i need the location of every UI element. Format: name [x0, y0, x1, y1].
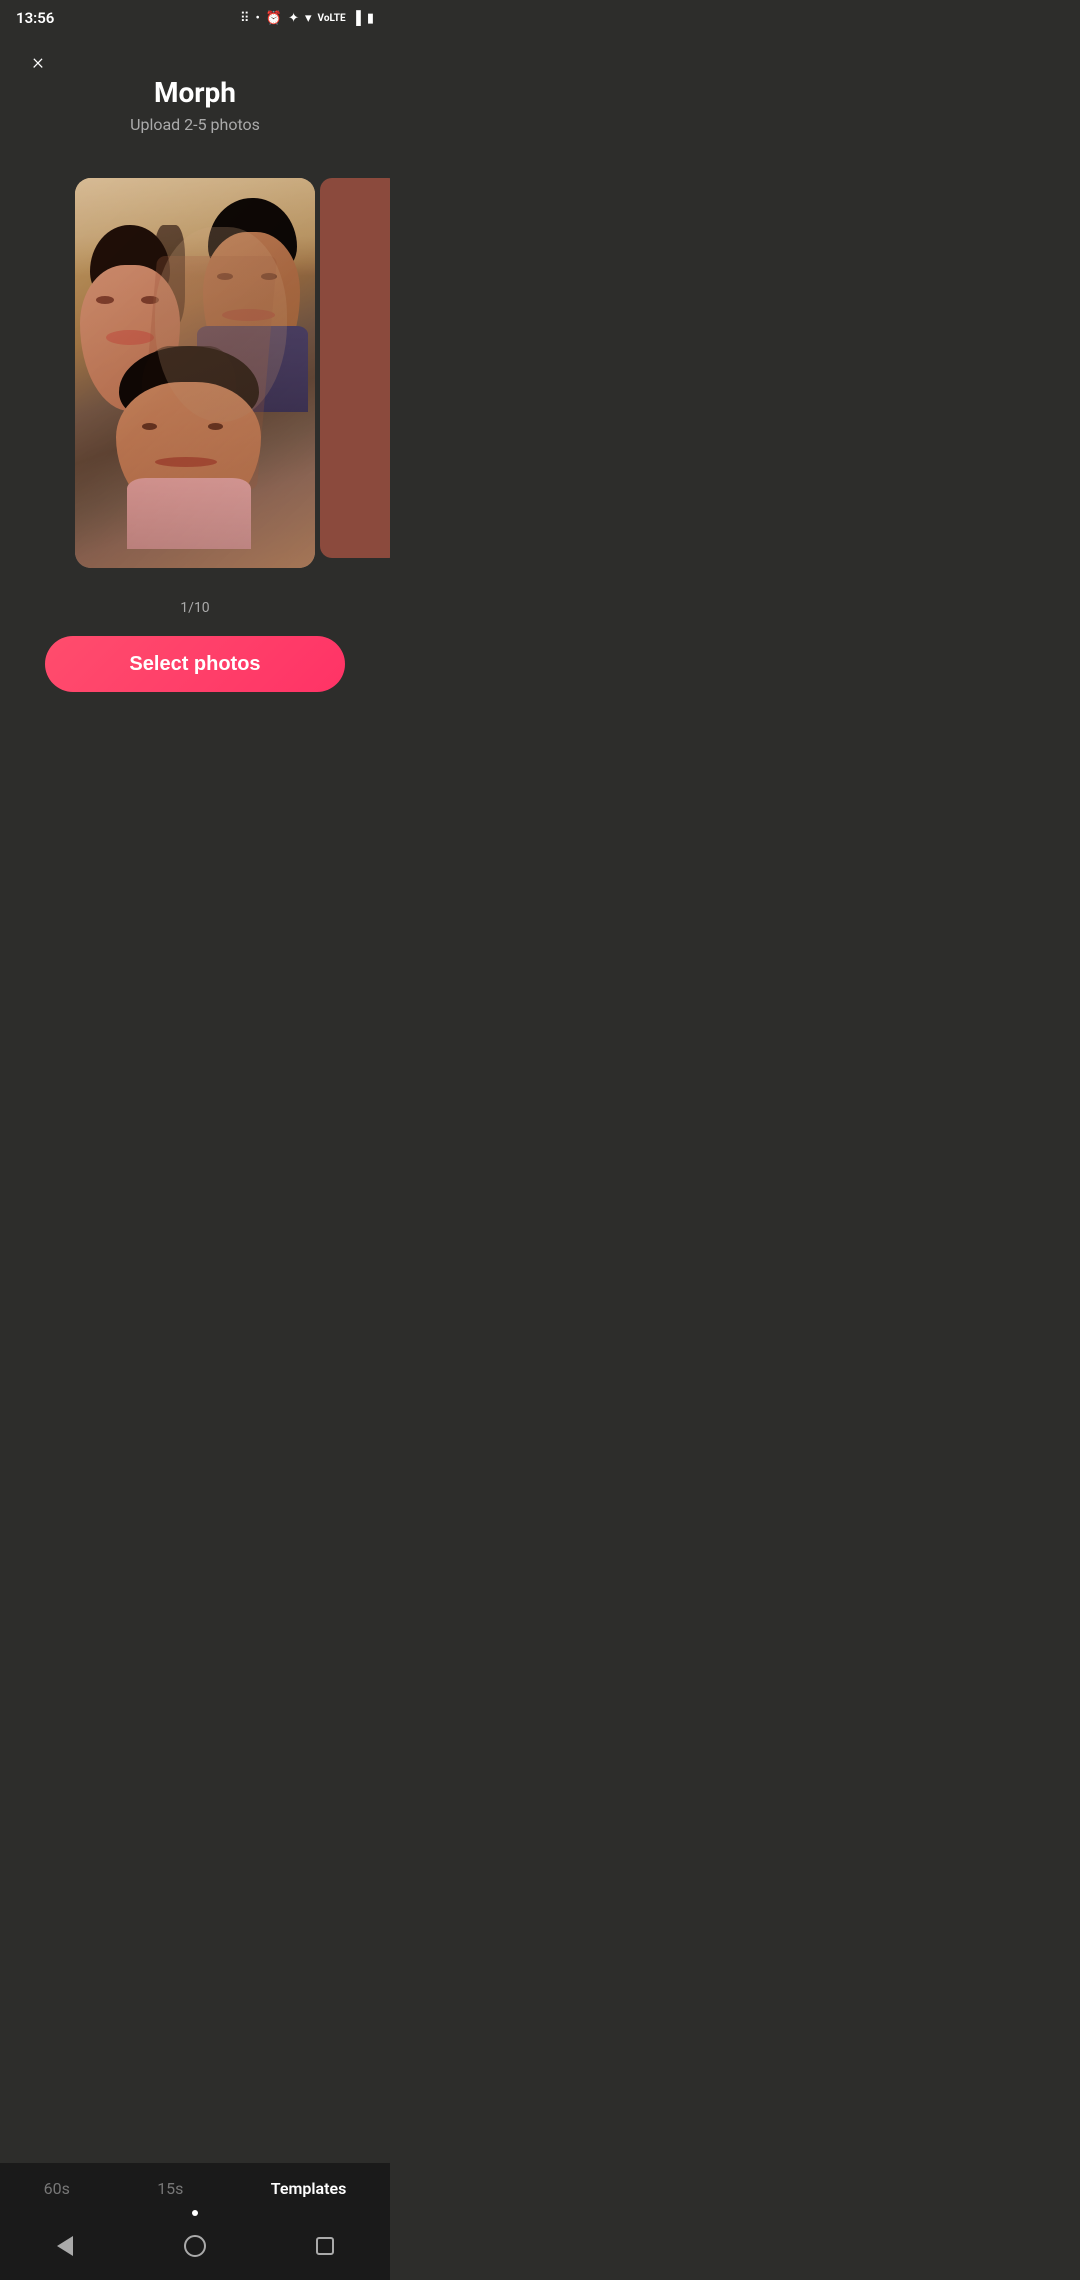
close-button[interactable]: × [20, 44, 56, 80]
home-icon [184, 2235, 206, 2257]
photo-card-secondary[interactable] [320, 178, 390, 558]
wifi-icon: ▾ [305, 11, 312, 26]
signal-icon: ▐ [352, 10, 361, 26]
close-icon: × [32, 50, 44, 75]
status-bar: 13:56 ⠿ • ⏰ ✦ ▾ VoLTE ▐ ▮ [0, 0, 390, 36]
side-card-color-block [320, 178, 390, 558]
system-recent-button[interactable] [311, 2232, 339, 2260]
tab-60s[interactable]: 60s [28, 2175, 86, 2202]
photo-card-main[interactable] [75, 178, 315, 568]
system-back-button[interactable] [51, 2232, 79, 2260]
sound-wave-icon: ⠿ [240, 11, 250, 26]
page-subtitle: Upload 2-5 photos [20, 115, 370, 134]
lte-icon: VoLTE [318, 13, 346, 24]
alarm-icon: ⏰ [266, 11, 282, 26]
nav-indicator [0, 2206, 390, 2224]
nav-dot [192, 2210, 198, 2216]
system-navigation [0, 2224, 390, 2272]
recent-icon [316, 2237, 334, 2255]
tab-15s[interactable]: 15s [141, 2175, 199, 2202]
photo-carousel[interactable] [0, 158, 390, 588]
dot-icon: • [256, 11, 260, 26]
page-title: Morph [20, 76, 370, 109]
carousel-pagination: 1/10 [0, 600, 390, 616]
status-icons: ⠿ • ⏰ ✦ ▾ VoLTE ▐ ▮ [240, 10, 374, 26]
bluetooth-icon: ✦ [288, 11, 299, 26]
photo-image [75, 178, 315, 568]
select-photos-button[interactable]: Select photos [45, 636, 345, 692]
back-icon [57, 2236, 73, 2256]
bottom-navigation: 60s 15s Templates [0, 2163, 390, 2280]
system-home-button[interactable] [181, 2232, 209, 2260]
nav-tabs: 60s 15s Templates [0, 2163, 390, 2206]
battery-icon: ▮ [367, 11, 374, 26]
tab-templates[interactable]: Templates [255, 2175, 363, 2202]
app-header: Morph Upload 2-5 photos [0, 76, 390, 134]
status-time: 13:56 [16, 9, 54, 27]
